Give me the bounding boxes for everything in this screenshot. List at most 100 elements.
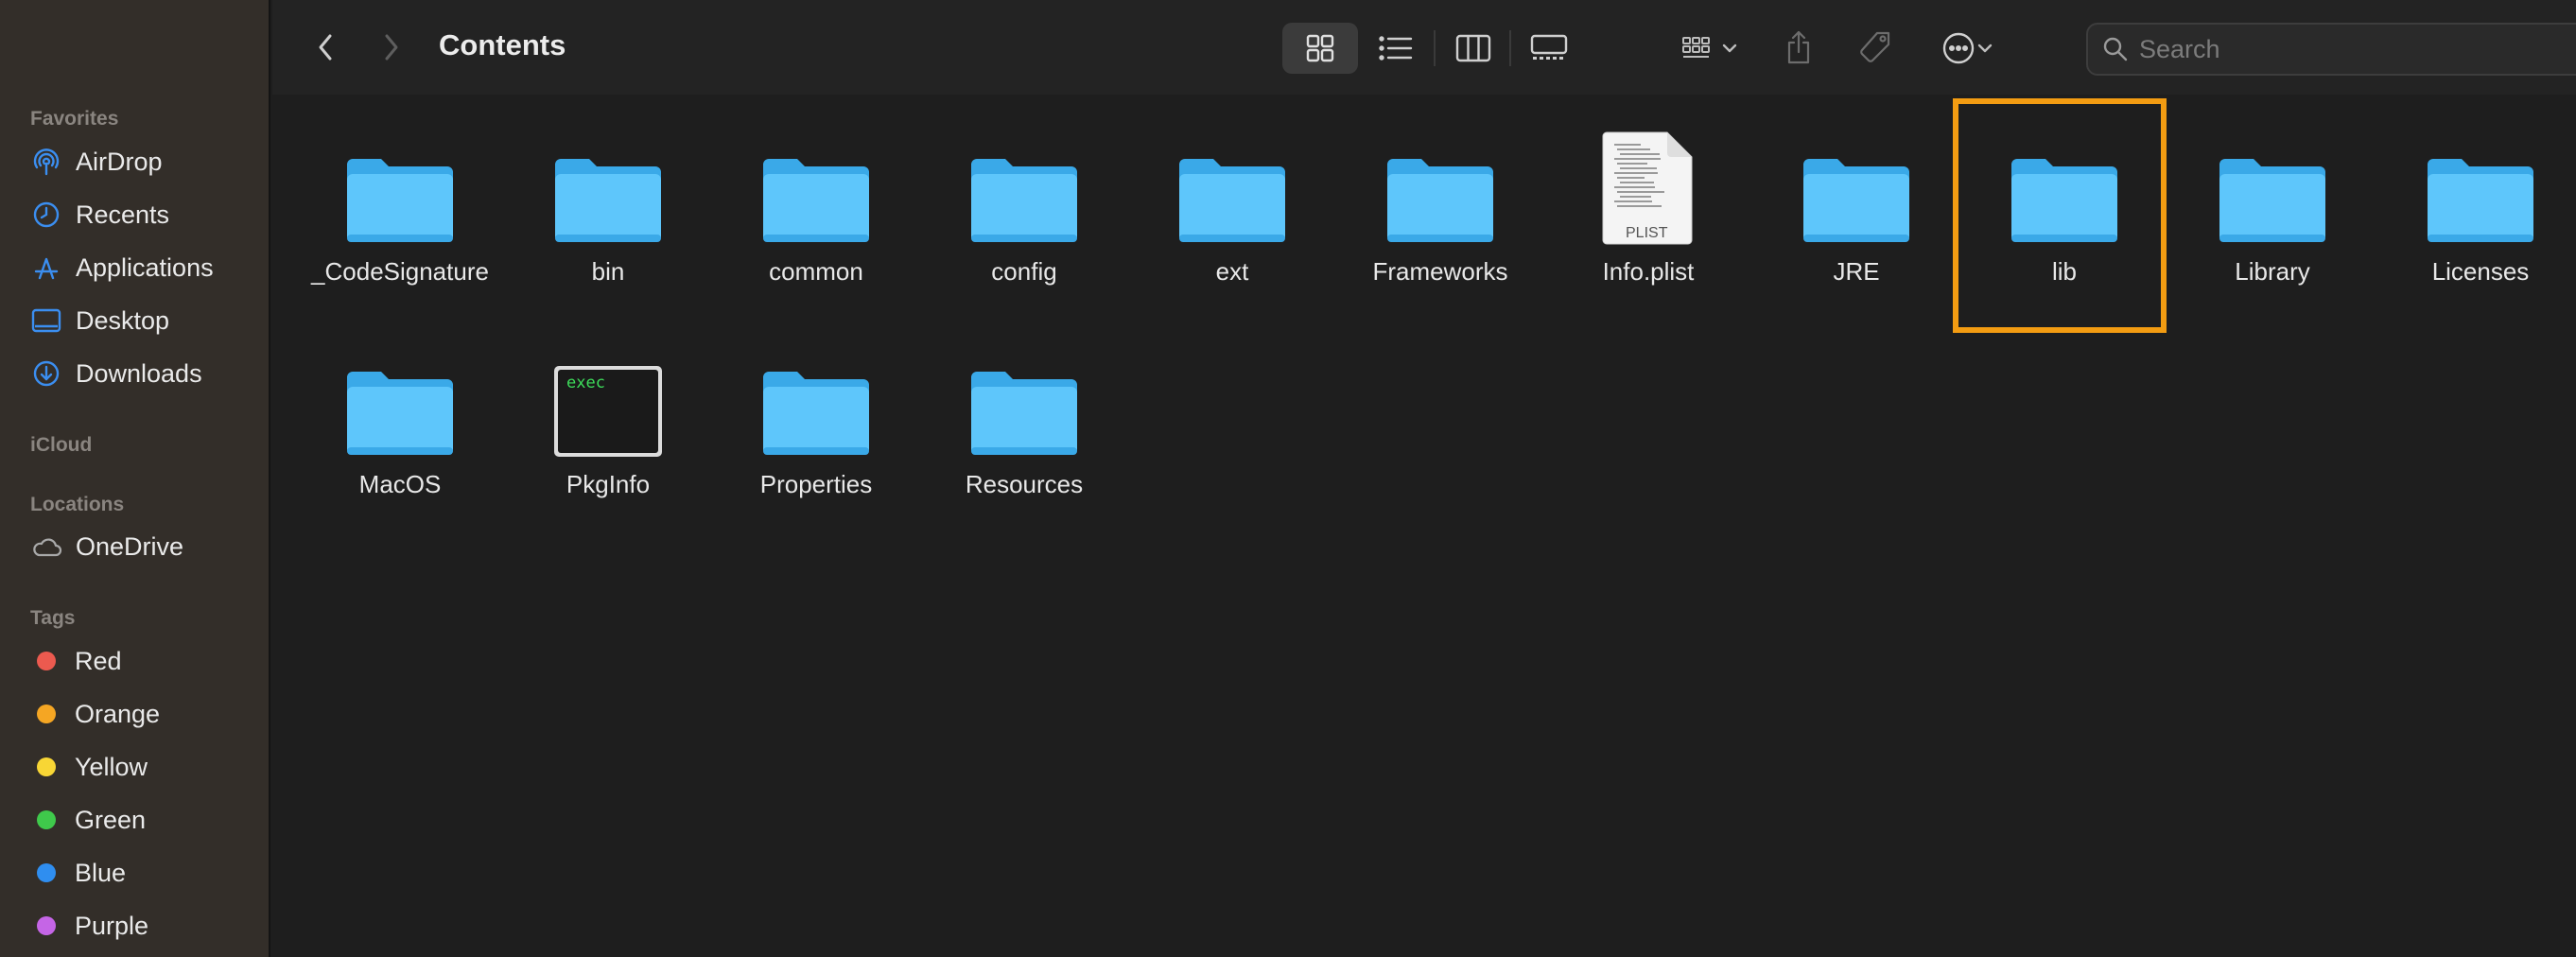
sidebar-tag-purple[interactable]: Purple xyxy=(30,905,257,947)
tag-dot-icon xyxy=(37,916,56,935)
search-input[interactable] xyxy=(2139,34,2546,64)
chevron-left-icon xyxy=(319,34,332,61)
sidebar-tag-orange[interactable]: Orange xyxy=(30,693,257,735)
sidebar-item-onedrive[interactable]: OneDrive xyxy=(30,526,257,567)
file-item-frameworks[interactable]: Frameworks xyxy=(1346,123,1535,322)
columns-icon xyxy=(1455,34,1491,62)
folder-icon xyxy=(2428,159,2533,242)
file-item-jre[interactable]: JRE xyxy=(1762,123,1951,322)
search-field[interactable] xyxy=(2086,23,2576,76)
plist-badge: PLIST xyxy=(1626,225,1668,241)
grid-icon xyxy=(1306,34,1334,62)
file-item-pkginfo[interactable]: exec PkgInfo xyxy=(513,336,703,534)
sidebar-item-label: Green xyxy=(75,805,147,834)
cloud-icon xyxy=(30,531,62,563)
file-thumbnail xyxy=(930,123,1119,246)
sidebar-item-label: Desktop xyxy=(76,305,170,335)
tag-dot-icon xyxy=(37,652,56,670)
desktop-icon xyxy=(30,304,62,337)
airdrop-icon xyxy=(30,146,62,178)
tag-dot-icon xyxy=(37,863,56,882)
search-icon xyxy=(2103,37,2128,61)
file-thumbnail xyxy=(305,123,495,246)
window-title: Contents xyxy=(439,28,566,61)
file-item-codesignature[interactable]: _CodeSignature xyxy=(305,123,495,322)
file-thumbnail xyxy=(722,336,911,459)
sidebar-section-locations[interactable]: Locations xyxy=(30,494,124,516)
file-thumbnail xyxy=(1762,123,1951,246)
file-item-macos[interactable]: MacOS xyxy=(305,336,495,534)
sidebar-section-tags[interactable]: Tags xyxy=(30,607,75,630)
file-item-properties[interactable]: Properties xyxy=(722,336,911,534)
tag-dot-icon xyxy=(37,757,56,776)
back-button[interactable] xyxy=(308,28,342,66)
download-icon xyxy=(30,357,62,390)
gallery-view-button[interactable] xyxy=(1526,30,1572,66)
share-button[interactable] xyxy=(1780,25,1818,70)
folder-icon xyxy=(2219,159,2325,242)
folder-icon xyxy=(555,159,661,242)
file-name-label: MacOS xyxy=(358,470,442,498)
sidebar-section-icloud[interactable]: iCloud xyxy=(30,434,92,457)
chevron-right-icon xyxy=(385,34,398,61)
sidebar-item-label: Purple xyxy=(75,911,149,940)
file-item-ext[interactable]: ext xyxy=(1138,123,1327,322)
sidebar: Favorites AirDrop Recents Applications D… xyxy=(0,0,270,957)
sidebar-item-label: Blue xyxy=(75,858,127,887)
sidebar-item-desktop[interactable]: Desktop xyxy=(30,300,257,341)
file-thumbnail xyxy=(2178,123,2367,246)
sidebar-tag-red[interactable]: Red xyxy=(30,640,257,682)
column-view-button[interactable] xyxy=(1453,30,1494,66)
ellipsis-circle-icon xyxy=(1942,32,1975,64)
folder-icon xyxy=(1387,159,1493,242)
file-name-label: bin xyxy=(591,257,625,286)
tag-button[interactable] xyxy=(1854,26,1897,70)
icon-view-button[interactable] xyxy=(1301,30,1339,66)
file-name-label: PkgInfo xyxy=(566,470,651,498)
list-view-button[interactable] xyxy=(1377,30,1415,66)
file-name-label: common xyxy=(769,257,863,286)
sidebar-item-label: Yellow xyxy=(75,752,148,781)
file-thumbnail xyxy=(305,336,495,459)
file-item-library[interactable]: Library xyxy=(2178,123,2367,322)
sidebar-item-applications[interactable]: Applications xyxy=(30,247,257,288)
file-thumbnail xyxy=(722,123,911,246)
sidebar-item-label: Orange xyxy=(75,699,161,728)
sidebar-tag-green[interactable]: Green xyxy=(30,799,257,841)
file-thumbnail xyxy=(1346,123,1535,246)
list-icon xyxy=(1379,36,1413,61)
more-actions-button[interactable] xyxy=(1933,26,2003,70)
file-thumbnail xyxy=(930,336,1119,459)
file-item-resources[interactable]: Resources xyxy=(930,336,1119,534)
folder-icon xyxy=(763,159,869,242)
file-name-label: lib xyxy=(2051,257,2077,286)
file-thumbnail xyxy=(1138,123,1327,246)
file-item-info-plist[interactable]: PLIST Info.plist xyxy=(1554,123,1743,322)
applications-icon xyxy=(30,252,62,284)
sidebar-tag-yellow[interactable]: Yellow xyxy=(30,746,257,788)
file-item-config[interactable]: config xyxy=(930,123,1119,322)
group-by-button[interactable] xyxy=(1672,28,1748,68)
file-item-common[interactable]: common xyxy=(722,123,911,322)
sidebar-tag-blue[interactable]: Blue xyxy=(30,852,257,894)
folder-icon xyxy=(763,372,869,455)
sidebar-item-label: Downloads xyxy=(76,358,202,388)
forward-button[interactable] xyxy=(374,28,409,66)
sidebar-item-airdrop[interactable]: AirDrop xyxy=(30,141,257,183)
file-item-licenses[interactable]: Licenses xyxy=(2386,123,2575,322)
file-name-label: Resources xyxy=(965,470,1084,498)
folder-icon xyxy=(971,372,1077,455)
file-thumbnail: exec xyxy=(513,336,703,459)
file-name-label: Frameworks xyxy=(1372,257,1508,286)
file-grid: _CodeSignature bin common config ext Fra… xyxy=(272,95,2576,957)
file-item-bin[interactable]: bin xyxy=(513,123,703,322)
folder-icon xyxy=(2011,159,2117,242)
sidebar-item-recents[interactable]: Recents xyxy=(30,194,257,235)
file-item-lib[interactable]: lib xyxy=(1970,123,2159,322)
chevron-down-icon xyxy=(1977,44,1993,53)
sidebar-item-label: OneDrive xyxy=(76,531,184,561)
folder-icon xyxy=(1803,159,1909,242)
folder-icon xyxy=(347,159,453,242)
chevron-down-icon xyxy=(1722,44,1737,53)
sidebar-item-downloads[interactable]: Downloads xyxy=(30,353,257,394)
